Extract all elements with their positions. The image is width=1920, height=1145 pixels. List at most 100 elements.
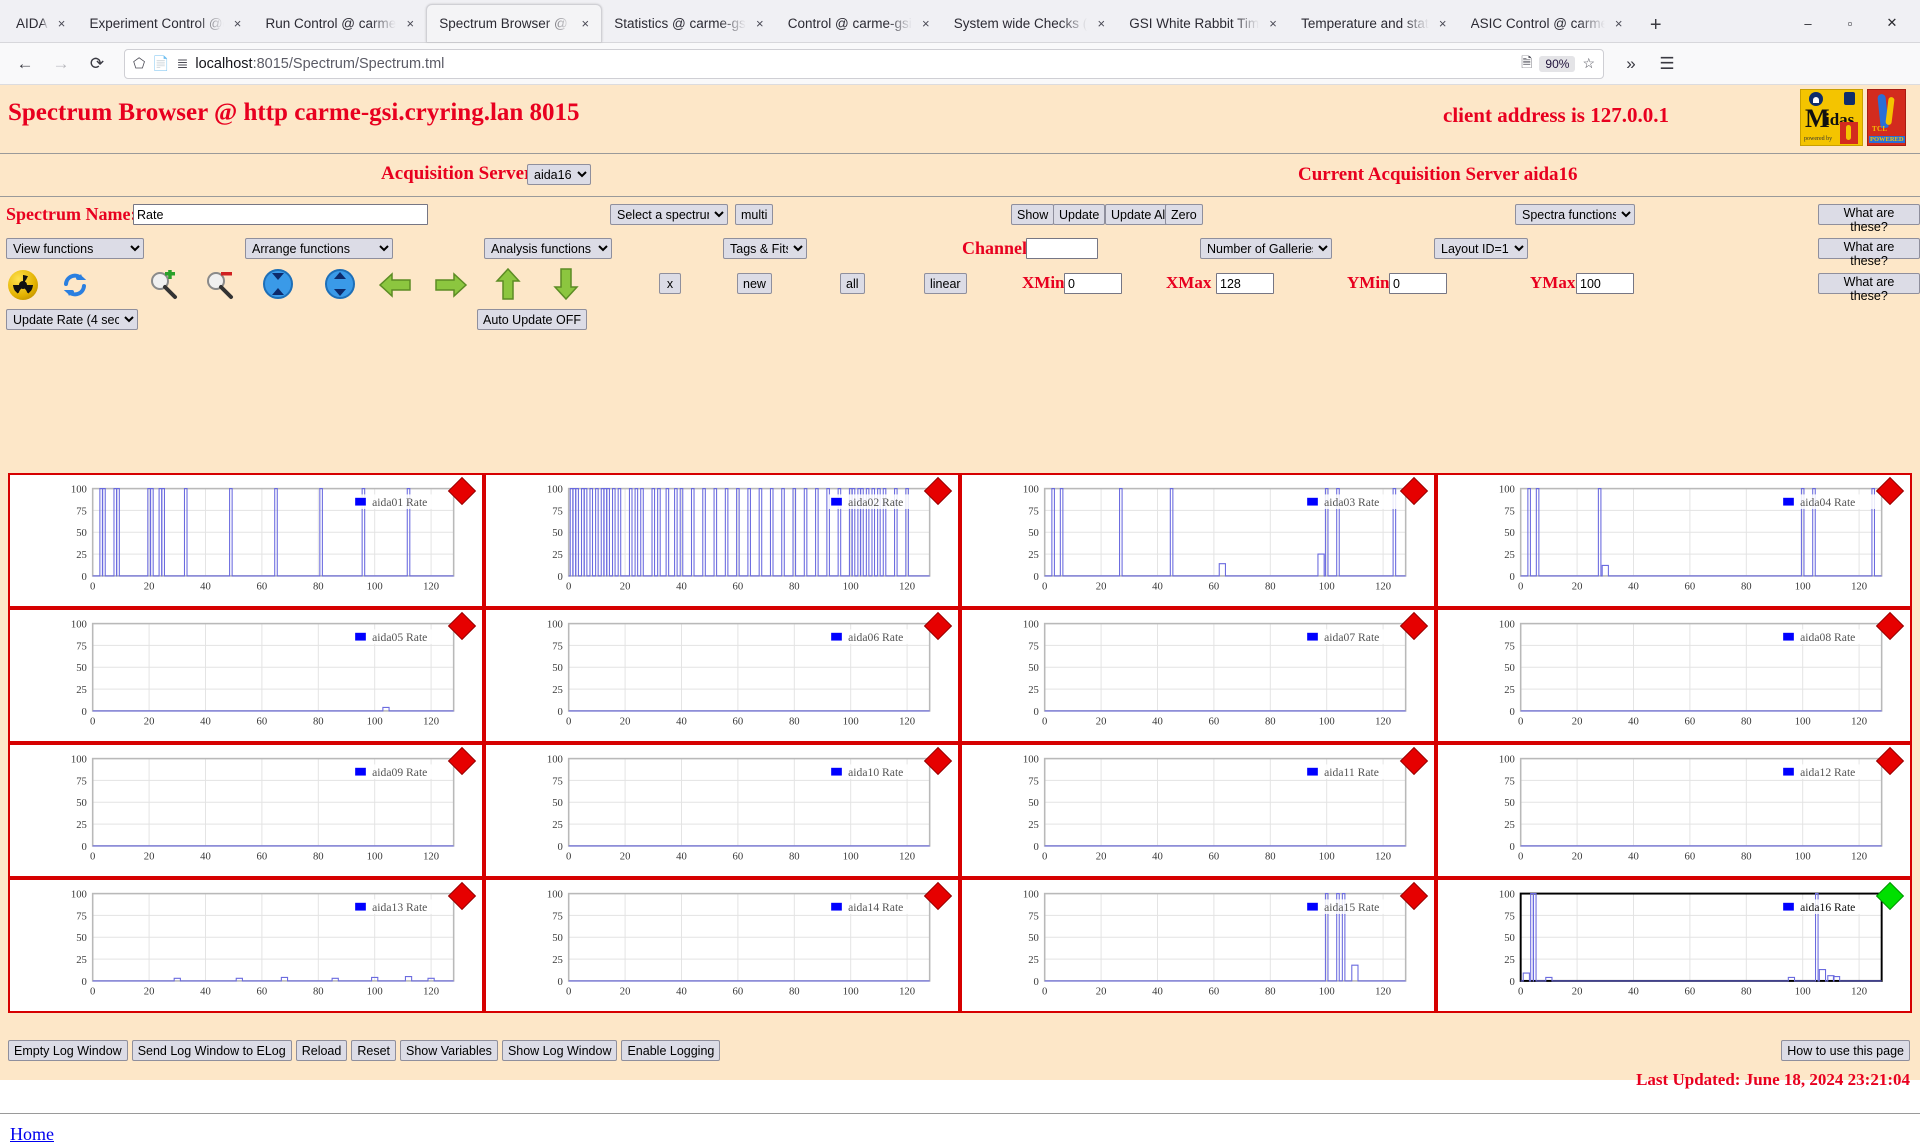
browser-tab[interactable]: System wide Checks (×: [942, 4, 1118, 42]
refresh-icon[interactable]: [60, 270, 90, 300]
footer-button-reload[interactable]: Reload: [296, 1040, 348, 1061]
ymax-input[interactable]: [1576, 273, 1634, 294]
number-of-galleries-dropdown[interactable]: Number of Galleries: [1200, 238, 1332, 259]
bookmark-star-icon[interactable]: ☆: [1582, 55, 1595, 72]
browser-tab[interactable]: Experiment Control @ca×: [78, 4, 254, 42]
spectra-functions-dropdown[interactable]: Spectra functions: [1515, 204, 1635, 225]
tab-close-icon[interactable]: ×: [230, 16, 246, 31]
spectrum-panel[interactable]: 0204060801001200255075100aida01 Rate: [8, 473, 484, 608]
footer-button-enable-logging[interactable]: Enable Logging: [621, 1040, 720, 1061]
auto-update-button[interactable]: Auto Update OFF: [477, 309, 587, 330]
zero-button[interactable]: Zero: [1165, 204, 1203, 225]
browser-tab[interactable]: Temperature and stat×: [1289, 4, 1459, 42]
home-link[interactable]: Home: [10, 1124, 54, 1145]
select-spectrum-dropdown[interactable]: Select a spectrum: [610, 204, 728, 225]
footer-button-empty-log-window[interactable]: Empty Log Window: [8, 1040, 128, 1061]
footer-button-reset[interactable]: Reset: [351, 1040, 396, 1061]
show-button[interactable]: Show: [1011, 204, 1054, 225]
channel-input[interactable]: [1026, 238, 1098, 259]
browser-tab[interactable]: ASIC Control @ carme×: [1459, 4, 1635, 42]
forward-button[interactable]: →: [44, 48, 78, 80]
app-menu-icon[interactable]: ☰: [1650, 48, 1684, 80]
acquisition-server-select[interactable]: aida16: [527, 164, 591, 185]
browser-tab[interactable]: Statistics @ carme-gs×: [602, 4, 775, 42]
update-button[interactable]: Update: [1053, 204, 1105, 225]
tab-close-icon[interactable]: ×: [1435, 16, 1451, 31]
tags-and-fits-dropdown[interactable]: Tags & Fits: [723, 238, 807, 259]
layout-id-dropdown[interactable]: Layout ID=1: [1434, 238, 1528, 259]
spectrum-panel[interactable]: 0204060801001200255075100aida02 Rate: [484, 473, 960, 608]
zoom-in-icon[interactable]: [148, 270, 178, 300]
spectrum-panel[interactable]: 0204060801001200255075100aida07 Rate: [960, 608, 1436, 743]
how-to-use-this-page-button[interactable]: How to use this page: [1781, 1040, 1910, 1061]
spectrum-panel[interactable]: 0204060801001200255075100aida14 Rate: [484, 878, 960, 1013]
spectrum-name-input[interactable]: [133, 204, 428, 225]
tab-close-icon[interactable]: ×: [54, 16, 70, 31]
analysis-functions-dropdown[interactable]: Analysis functions: [484, 238, 612, 259]
window-minimize-button[interactable]: –: [1788, 6, 1828, 40]
browser-tab[interactable]: Spectrum Browser @ c×: [426, 4, 602, 42]
radiation-icon[interactable]: [8, 270, 38, 300]
new-tab-button[interactable]: +: [1639, 8, 1673, 42]
window-close-button[interactable]: ✕: [1872, 6, 1912, 40]
footer-button-show-variables[interactable]: Show Variables: [400, 1040, 498, 1061]
spectrum-panel[interactable]: 0204060801001200255075100aida06 Rate: [484, 608, 960, 743]
all-button[interactable]: all: [840, 273, 865, 294]
tab-close-icon[interactable]: ×: [1093, 16, 1109, 31]
browser-tab[interactable]: Run Control @ carme×: [254, 4, 427, 42]
spectrum-panel[interactable]: 0204060801001200255075100aida04 Rate: [1436, 473, 1912, 608]
spectrum-panel[interactable]: 0204060801001200255075100aida10 Rate: [484, 743, 960, 878]
spectrum-panel[interactable]: 0204060801001200255075100aida12 Rate: [1436, 743, 1912, 878]
spectrum-panel[interactable]: 0204060801001200255075100aida05 Rate: [8, 608, 484, 743]
what-are-these-button-3[interactable]: What are these?: [1818, 273, 1920, 294]
spectrum-panel[interactable]: 0204060801001200255075100aida15 Rate: [960, 878, 1436, 1013]
xmin-input[interactable]: [1064, 273, 1122, 294]
window-maximize-button[interactable]: ▫: [1830, 6, 1870, 40]
footer-button-show-log-window[interactable]: Show Log Window: [502, 1040, 618, 1061]
tab-close-icon[interactable]: ×: [1611, 16, 1627, 31]
svg-text:80: 80: [1265, 581, 1276, 593]
spectrum-panel[interactable]: 0204060801001200255075100aida09 Rate: [8, 743, 484, 878]
expand-vertical-icon[interactable]: [262, 268, 294, 300]
xmax-input[interactable]: [1216, 273, 1274, 294]
multi-button[interactable]: multi: [735, 204, 773, 225]
zoom-level-badge[interactable]: 90%: [1539, 56, 1575, 72]
arrow-down-icon[interactable]: [552, 267, 580, 301]
svg-text:0: 0: [558, 706, 563, 718]
ymin-input[interactable]: [1389, 273, 1447, 294]
arrange-functions-dropdown[interactable]: Arrange functions: [245, 238, 393, 259]
tab-close-icon[interactable]: ×: [1265, 16, 1281, 31]
linear-button[interactable]: linear: [924, 273, 967, 294]
svg-text:20: 20: [1096, 851, 1107, 863]
spectrum-panel[interactable]: 0204060801001200255075100aida16 Rate: [1436, 878, 1912, 1013]
tab-close-icon[interactable]: ×: [402, 16, 418, 31]
spectrum-panel[interactable]: 0204060801001200255075100aida13 Rate: [8, 878, 484, 1013]
browser-tab[interactable]: GSI White Rabbit Tim×: [1117, 4, 1289, 42]
tab-close-icon[interactable]: ×: [752, 16, 768, 31]
footer-button-send-log-window-to-elog[interactable]: Send Log Window to ELog: [132, 1040, 292, 1061]
what-are-these-button-2[interactable]: What are these?: [1818, 238, 1920, 259]
zoom-out-icon[interactable]: [204, 270, 234, 300]
spectrum-panel[interactable]: 0204060801001200255075100aida03 Rate: [960, 473, 1436, 608]
update-rate-dropdown[interactable]: Update Rate (4 secs): [6, 309, 138, 330]
what-are-these-button-1[interactable]: What are these?: [1818, 204, 1920, 225]
tab-close-icon[interactable]: ×: [577, 16, 593, 31]
collapse-vertical-icon[interactable]: [324, 268, 356, 300]
arrow-right-icon[interactable]: [434, 271, 468, 299]
reader-view-icon[interactable]: 🗎: [1521, 52, 1532, 76]
back-button[interactable]: ←: [8, 48, 42, 80]
url-bar[interactable]: ⬠ 📄 ≣ localhost:8015/Spectrum/Spectrum.t…: [124, 49, 1604, 79]
arrow-left-icon[interactable]: [378, 271, 412, 299]
browser-tab[interactable]: AIDA×: [4, 4, 78, 42]
reload-button[interactable]: ⟳: [80, 48, 114, 80]
update-all-button[interactable]: Update All: [1105, 204, 1174, 225]
arrow-up-icon[interactable]: [494, 267, 522, 301]
tab-close-icon[interactable]: ×: [918, 16, 934, 31]
overflow-menu-icon[interactable]: »: [1614, 48, 1648, 80]
spectrum-panel[interactable]: 0204060801001200255075100aida11 Rate: [960, 743, 1436, 878]
spectrum-panel[interactable]: 0204060801001200255075100aida08 Rate: [1436, 608, 1912, 743]
browser-tab[interactable]: Control @ carme-gsi×: [776, 4, 942, 42]
view-functions-dropdown[interactable]: View functions: [6, 238, 144, 259]
new-button[interactable]: new: [737, 273, 772, 294]
x-button[interactable]: x: [659, 273, 681, 294]
